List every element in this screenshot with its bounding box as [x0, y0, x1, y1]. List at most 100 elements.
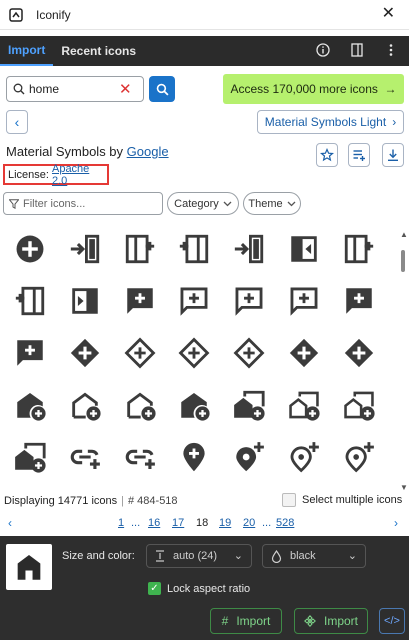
prev-page-icon[interactable]: ‹ — [8, 516, 12, 530]
page-link[interactable]: 17 — [172, 517, 184, 529]
select-multiple-checkbox[interactable] — [282, 493, 296, 507]
next-page-icon[interactable]: › — [394, 516, 398, 530]
add-home-work-outline-icon[interactable] — [341, 387, 377, 423]
scroll-up-icon[interactable]: ▲ — [400, 230, 408, 239]
info-icon[interactable] — [315, 42, 331, 58]
panel-add-right-icon[interactable] — [341, 231, 377, 267]
height-icon — [156, 550, 164, 562]
add-home-work-icon[interactable] — [231, 387, 267, 423]
add-location-alt-icon[interactable] — [231, 439, 267, 475]
add-diamond-icon[interactable] — [341, 335, 377, 371]
add-home-outline-icon[interactable] — [67, 387, 103, 423]
home-icon — [17, 554, 41, 580]
add-home-work-outline-icon[interactable] — [286, 387, 322, 423]
page-link[interactable]: 1 — [118, 517, 124, 529]
filter-icon — [9, 198, 19, 209]
download-button[interactable] — [382, 143, 404, 167]
title-bar: Iconify ✕ — [0, 0, 409, 30]
move-item-right-icon[interactable] — [231, 231, 267, 267]
back-button[interactable]: ‹ — [6, 110, 28, 134]
search-input[interactable] — [29, 82, 115, 96]
color-dropdown[interactable]: black ⌄ — [262, 544, 366, 568]
add-diamond-icon[interactable] — [67, 335, 103, 371]
app-title: Iconify — [36, 7, 71, 22]
page-link[interactable]: 528 — [276, 517, 294, 529]
icon-preview — [6, 544, 52, 590]
close-icon[interactable]: ✕ — [382, 6, 395, 22]
size-dropdown[interactable]: auto (24) ⌄ — [146, 544, 252, 568]
search-button[interactable] — [149, 76, 175, 102]
license-link[interactable]: Apache 2.0 — [52, 163, 107, 187]
promo-label: Access 170,000 more icons — [230, 82, 378, 96]
filter-input[interactable] — [23, 197, 159, 210]
set-title-text: Material Symbols by — [6, 144, 127, 159]
size-color-label: Size and color: — [62, 550, 135, 562]
page-link[interactable]: 16 — [148, 517, 160, 529]
page-ellipsis: ... — [262, 517, 272, 529]
add-home-icon[interactable] — [12, 387, 48, 423]
add-home-outline-icon[interactable] — [122, 387, 158, 423]
page-link[interactable]: 20 — [243, 517, 255, 529]
panel-icon[interactable] — [349, 42, 365, 58]
import-component-button[interactable]: Import — [294, 608, 368, 634]
add-home-work-icon[interactable] — [12, 439, 48, 475]
add-comment-outline-icon[interactable] — [286, 283, 322, 319]
scrollbar[interactable]: ▲ ▼ — [400, 230, 408, 492]
add-location-alt-outline-icon[interactable] — [341, 439, 377, 475]
category-dropdown[interactable]: Category — [167, 192, 239, 215]
panel-close-right-icon[interactable] — [286, 231, 322, 267]
select-multiple-toggle[interactable]: Select multiple icons — [282, 493, 402, 507]
add-diamond-outline-icon[interactable] — [231, 335, 267, 371]
page-link[interactable]: 19 — [219, 517, 231, 529]
lock-aspect-ratio-checkbox[interactable]: ✓ — [148, 582, 161, 595]
panel-add-left-icon[interactable] — [176, 231, 212, 267]
add-diamond-icon[interactable] — [286, 335, 322, 371]
hash-icon: # — [221, 614, 229, 628]
icon-range: # 484-518 — [128, 495, 178, 507]
access-more-icons-button[interactable]: Access 170,000 more icons → — [223, 74, 404, 104]
filter-field — [3, 192, 163, 215]
tab-recent-icons[interactable]: Recent icons — [53, 36, 144, 66]
add-diamond-outline-icon[interactable] — [122, 335, 158, 371]
page-ellipsis: ... — [131, 517, 141, 529]
add-comment-outline-icon[interactable] — [231, 283, 267, 319]
add-comment-icon[interactable] — [341, 283, 377, 319]
next-collection-button[interactable]: Material Symbols Light › — [257, 110, 404, 134]
add-location-icon[interactable] — [176, 439, 212, 475]
panel-add-left-icon[interactable] — [12, 283, 48, 319]
iconify-logo-icon — [8, 7, 24, 23]
import-svg-button[interactable]: # Import — [210, 608, 282, 634]
chevron-down-icon: ⌄ — [347, 550, 357, 562]
add-circle-icon[interactable] — [12, 231, 48, 267]
add-link-icon[interactable] — [67, 439, 103, 475]
add-home-icon[interactable] — [176, 387, 212, 423]
icon-set-title: Material Symbols by Google — [6, 144, 169, 159]
add-diamond-outline-icon[interactable] — [176, 335, 212, 371]
add-comment-outline-icon[interactable] — [176, 283, 212, 319]
tab-bar: Import Recent icons — [0, 36, 409, 66]
panel-close-left-icon[interactable] — [67, 283, 103, 319]
add-comment-icon[interactable] — [122, 283, 158, 319]
lock-aspect-ratio-toggle[interactable]: ✓ Lock aspect ratio — [148, 582, 250, 595]
chevron-right-icon: › — [392, 115, 397, 129]
theme-dropdown[interactable]: Theme — [243, 192, 301, 215]
import-component-label: Import — [323, 614, 358, 628]
add-link-icon[interactable] — [122, 439, 158, 475]
author-link[interactable]: Google — [127, 144, 169, 159]
favorite-button[interactable] — [316, 143, 338, 167]
add-to-list-button[interactable] — [348, 143, 370, 167]
lock-aspect-ratio-label: Lock aspect ratio — [167, 582, 251, 595]
more-vertical-icon[interactable] — [383, 42, 399, 58]
add-location-alt-outline-icon[interactable] — [286, 439, 322, 475]
scrollbar-thumb[interactable] — [401, 250, 405, 272]
chevron-down-icon — [223, 201, 232, 206]
status-line: Displaying 14771 icons | # 484-518 — [4, 495, 178, 507]
add-comment-filled-icon[interactable] — [12, 335, 48, 371]
move-item-right-icon[interactable] — [67, 231, 103, 267]
panel-add-right-icon[interactable] — [122, 231, 158, 267]
clear-search-icon[interactable]: ✕ — [119, 82, 132, 97]
scroll-down-icon[interactable]: ▼ — [400, 483, 408, 492]
tab-import[interactable]: Import — [0, 36, 54, 66]
code-button[interactable]: </> — [379, 608, 405, 634]
pagination: ‹ 1 ... 16 17 18 19 20 ... 528 › — [0, 516, 409, 532]
